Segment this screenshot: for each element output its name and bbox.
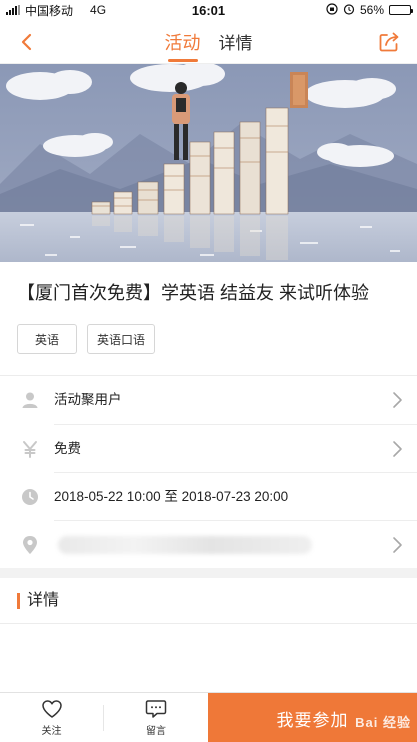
section-separator [0, 568, 417, 578]
details-heading: 详情 [27, 592, 60, 609]
battery-icon [389, 5, 413, 15]
comment-label: 留言 [146, 726, 166, 737]
section-accent-bar [17, 593, 20, 609]
battery-percent: 56% [359, 3, 384, 17]
location-pin-icon [20, 535, 40, 555]
tag-english[interactable]: 英语 [17, 324, 77, 354]
nav-bar: 活动 详情 [0, 20, 417, 64]
yen-icon [20, 439, 40, 459]
status-left: 中国移动 4G [6, 2, 106, 19]
tag-list: 英语 英语口语 [17, 324, 156, 354]
heart-icon [41, 700, 62, 718]
follow-label: 关注 [41, 726, 62, 737]
carrier-name: 中国移动 [25, 3, 74, 18]
time-row: 2018-05-22 10:00 至 2018-07-23 20:00 [0, 473, 417, 521]
watermark-text: Bai 经验 [355, 715, 411, 730]
status-right: 56% [326, 2, 413, 18]
chevron-left-icon [21, 33, 32, 51]
tab-bar: 活动 详情 [165, 20, 253, 64]
status-bar: 中国移动 4G 16:01 56% [0, 0, 417, 20]
comment-icon [145, 700, 167, 718]
clock-icon [20, 487, 40, 507]
tag-spoken-english[interactable]: 英语口语 [87, 324, 156, 354]
location-row[interactable] [0, 521, 417, 569]
chevron-right-icon [393, 441, 402, 457]
join-button[interactable]: 我要参加 Bai 经验 [208, 693, 417, 742]
details-section-header: 详情 [0, 578, 417, 624]
back-button[interactable] [12, 28, 40, 56]
tab-activity[interactable]: 活动 [165, 20, 201, 64]
tab-details[interactable]: 详情 [219, 20, 253, 64]
user-icon [20, 390, 40, 410]
price-text: 免费 [54, 441, 81, 456]
event-datetime: 2018-05-22 10:00 至 2018-07-23 20:00 [54, 489, 289, 504]
join-label: 我要参加 [276, 710, 349, 730]
orientation-lock-icon [326, 2, 338, 18]
event-title: 【厦门首次免费】学英语 结益友 来试听体验 [17, 283, 369, 303]
event-banner-image [0, 64, 417, 262]
share-button[interactable] [375, 28, 403, 56]
bottom-action-bar: 关注 留言 我要参加 Bai 经验 [0, 692, 417, 742]
network-type: 4G [90, 3, 107, 17]
alarm-icon [343, 3, 355, 18]
organizer-name: 活动聚用户 [54, 392, 122, 407]
share-icon [379, 32, 399, 52]
comment-button[interactable]: 留言 [104, 693, 208, 742]
signal-icon [6, 5, 20, 15]
follow-button[interactable]: 关注 [0, 693, 103, 742]
chevron-right-icon [393, 537, 402, 553]
price-row[interactable]: 免费 [0, 425, 417, 473]
banner-illustration [0, 64, 417, 262]
chevron-right-icon [393, 392, 402, 408]
address-blurred [58, 536, 312, 554]
organizer-row[interactable]: 活动聚用户 [0, 376, 417, 424]
